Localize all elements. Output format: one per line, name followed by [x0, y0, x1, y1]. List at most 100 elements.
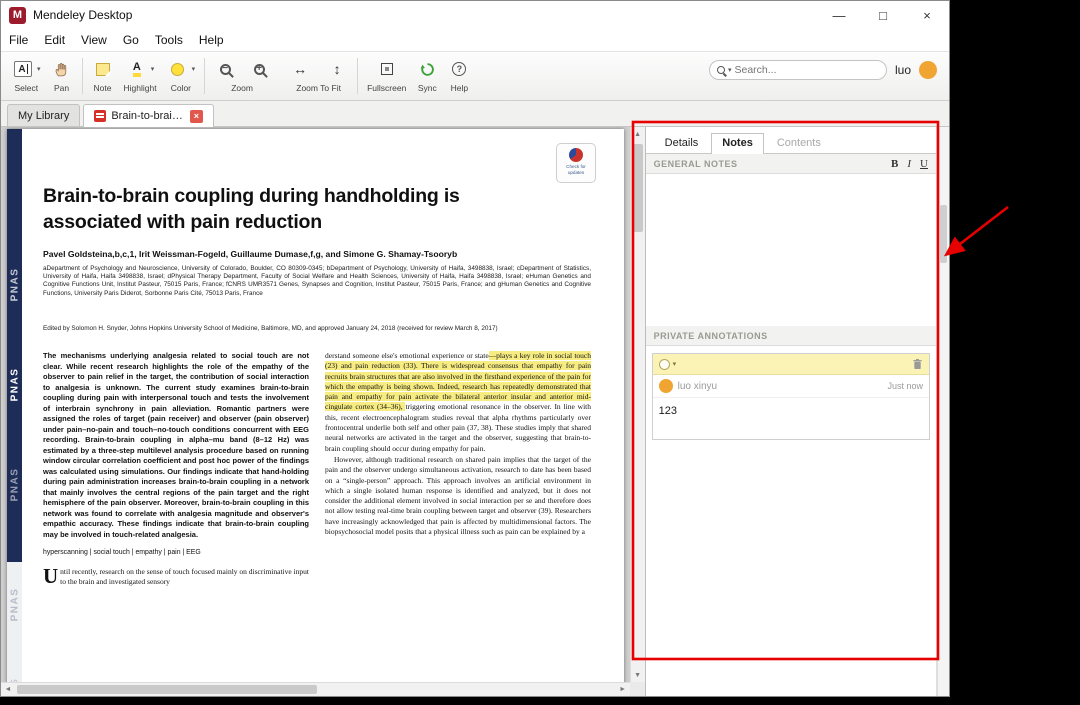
- window-controls: — □ ×: [817, 1, 949, 29]
- scroll-down-icon[interactable]: ▼: [631, 668, 645, 682]
- pnas-sidebar: PNAS PNAS PNAS PNAS PNAS: [7, 129, 22, 696]
- general-notes-header: GENERAL NOTES B I U: [645, 154, 936, 174]
- paper-keywords: hyperscanning | social touch | empathy |…: [43, 549, 201, 556]
- paper-title: Brain-to-brain coupling during handholdi…: [43, 185, 460, 233]
- fit-height-button[interactable]: ↕: [326, 57, 348, 81]
- hand-icon: [51, 57, 73, 81]
- pdf-vertical-scrollbar[interactable]: ▲ ▼: [629, 127, 645, 682]
- help-tool[interactable]: ? Help: [448, 56, 470, 93]
- tab-notes[interactable]: Notes: [711, 133, 764, 154]
- italic-button[interactable]: I: [907, 158, 911, 170]
- note-icon: [95, 62, 110, 76]
- menu-help[interactable]: Help: [191, 33, 232, 47]
- underline-button[interactable]: U: [920, 158, 928, 170]
- menu-tools[interactable]: Tools: [147, 33, 191, 47]
- color-tool[interactable]: ▾ Color: [167, 56, 196, 93]
- scrollbar-thumb[interactable]: [940, 205, 947, 263]
- pdf-icon: [94, 110, 107, 122]
- minimize-button[interactable]: —: [817, 1, 861, 29]
- scrollbar-thumb[interactable]: [632, 144, 643, 232]
- sync-tool[interactable]: Sync: [416, 56, 438, 93]
- menu-go[interactable]: Go: [115, 33, 147, 47]
- search-icon: [716, 66, 725, 74]
- private-annotations-header: PRIVATE ANNOTATIONS: [645, 326, 936, 346]
- color-swatch-icon: [171, 62, 185, 76]
- note-tool[interactable]: Note: [92, 56, 114, 93]
- paper-left-column: The mechanisms underlying analgesia rela…: [43, 351, 309, 588]
- paper-affiliations: aDepartment of Psychology and Neuroscien…: [43, 265, 591, 297]
- avatar[interactable]: [919, 61, 937, 79]
- annotation-timestamp: Just now: [887, 381, 923, 391]
- chevron-down-icon[interactable]: ▾: [673, 360, 677, 368]
- paper-edited-by: Edited by Solomon H. Snyder, Johns Hopki…: [43, 325, 498, 332]
- panel-tab-bar: Details Notes Contents: [645, 127, 936, 154]
- tab-my-library[interactable]: My Library: [7, 104, 81, 126]
- fullscreen-tool[interactable]: Fullscreen: [367, 56, 406, 93]
- avatar: [658, 379, 673, 393]
- paper-authors: Pavel Goldsteina,b,c,1, Irit Weissman-Fo…: [43, 249, 458, 259]
- callout-arrow: [943, 205, 1009, 257]
- toolbar-separator: [204, 58, 206, 94]
- chevron-down-icon[interactable]: ▾: [37, 65, 41, 73]
- zoom-out-button[interactable]: −: [214, 57, 236, 81]
- document-details-panel: Details Notes Contents GENERAL NOTES B I…: [644, 127, 949, 696]
- crossmark-icon: [569, 148, 583, 162]
- annotation-card: ▾ luo xinyu Just now 123: [651, 353, 930, 440]
- paper-paragraph: However, although traditional research o…: [325, 454, 591, 537]
- panel-scrollbar[interactable]: [937, 127, 949, 696]
- chevron-down-icon[interactable]: ▾: [192, 65, 196, 73]
- help-icon: ?: [452, 62, 467, 76]
- select-icon: A: [14, 61, 32, 77]
- search-box[interactable]: ▾: [708, 60, 887, 80]
- pan-tool[interactable]: Pan: [51, 56, 73, 93]
- menu-view[interactable]: View: [73, 33, 115, 47]
- document-tab-bar: My Library Brain-to-brai… ×: [1, 101, 949, 127]
- app-window: M Mendeley Desktop — □ × File Edit View …: [0, 0, 950, 697]
- close-button[interactable]: ×: [905, 1, 949, 29]
- scroll-up-icon[interactable]: ▲: [631, 127, 645, 141]
- tab-document[interactable]: Brain-to-brai… ×: [83, 104, 214, 127]
- close-tab-icon[interactable]: ×: [189, 109, 203, 123]
- zoom-out-icon: −: [219, 63, 231, 75]
- scrollbar-thumb[interactable]: [17, 685, 317, 694]
- paper-paragraph: derstand someone else's emotional experi…: [325, 351, 591, 453]
- zoom-to-fit-tools: ↔ ↕ Zoom To Fit: [289, 56, 348, 93]
- tab-contents[interactable]: Contents: [766, 133, 832, 153]
- check-for-updates-badge[interactable]: Check for updates: [556, 143, 596, 183]
- fit-width-button[interactable]: ↔: [289, 57, 311, 81]
- username-label: luo: [894, 63, 911, 77]
- window-title: Mendeley Desktop: [33, 8, 133, 22]
- search-area: ▾ luo: [708, 56, 949, 80]
- toolbar-separator: [357, 58, 359, 94]
- menu-bar: File Edit View Go Tools Help: [1, 29, 949, 51]
- trash-icon[interactable]: [912, 358, 923, 370]
- toolbar: A ▾ Select Pan Note A ▾ Highlight ▾ Colo…: [1, 51, 949, 101]
- zoom-in-button[interactable]: +: [248, 57, 270, 81]
- tab-details[interactable]: Details: [654, 133, 710, 153]
- annotation-meta: luo xinyu Just now: [652, 375, 929, 398]
- paper-intro-paragraph: Until recently, research on the sense of…: [43, 564, 309, 588]
- scroll-left-icon[interactable]: ◄: [1, 686, 15, 693]
- pdf-viewer[interactable]: PNAS PNAS PNAS PNAS PNAS Check for updat…: [1, 127, 645, 696]
- title-bar: M Mendeley Desktop — □ ×: [1, 1, 949, 29]
- general-notes-input[interactable]: [645, 174, 936, 326]
- paper-right-column: derstand someone else's emotional experi…: [325, 351, 591, 537]
- fullscreen-icon: [380, 63, 393, 75]
- chevron-down-icon[interactable]: ▾: [151, 65, 155, 73]
- menu-edit[interactable]: Edit: [36, 33, 73, 47]
- highlight-icon: A: [132, 61, 141, 77]
- menu-file[interactable]: File: [1, 33, 36, 47]
- annotation-text[interactable]: 123: [653, 398, 929, 439]
- scroll-right-icon[interactable]: ►: [616, 686, 630, 693]
- annotation-color-swatch[interactable]: [658, 358, 670, 370]
- pdf-page: PNAS PNAS PNAS PNAS PNAS Check for updat…: [7, 129, 624, 696]
- highlight-tool[interactable]: A ▾ Highlight: [124, 56, 157, 93]
- chevron-down-icon[interactable]: ▾: [728, 66, 732, 74]
- pdf-horizontal-scrollbar[interactable]: ◄ ►: [1, 682, 630, 696]
- select-tool[interactable]: A ▾ Select: [12, 56, 41, 93]
- annotation-author: luo xinyu: [677, 380, 718, 392]
- toolbar-separator: [81, 58, 83, 94]
- search-input[interactable]: [734, 64, 879, 76]
- maximize-button[interactable]: □: [861, 1, 905, 29]
- bold-button[interactable]: B: [891, 158, 898, 170]
